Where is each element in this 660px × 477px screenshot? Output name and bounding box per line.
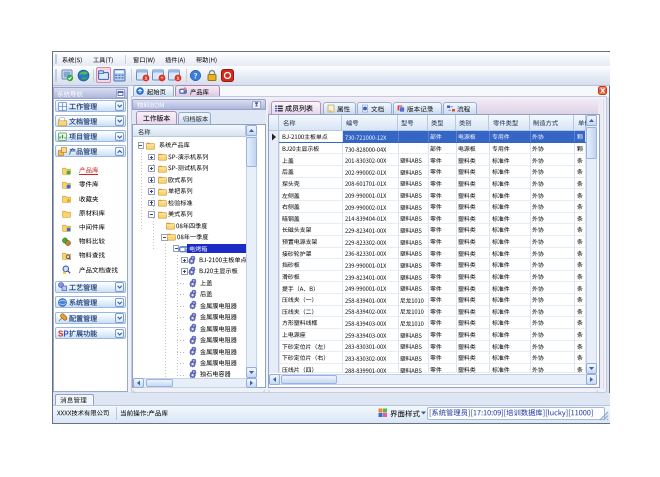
svg-text:+: +: [160, 76, 164, 82]
svg-text:x: x: [177, 76, 180, 82]
svg-text:?: ?: [194, 71, 198, 80]
svg-text:x: x: [145, 76, 148, 82]
svg-text:SP: SP: [58, 329, 69, 338]
